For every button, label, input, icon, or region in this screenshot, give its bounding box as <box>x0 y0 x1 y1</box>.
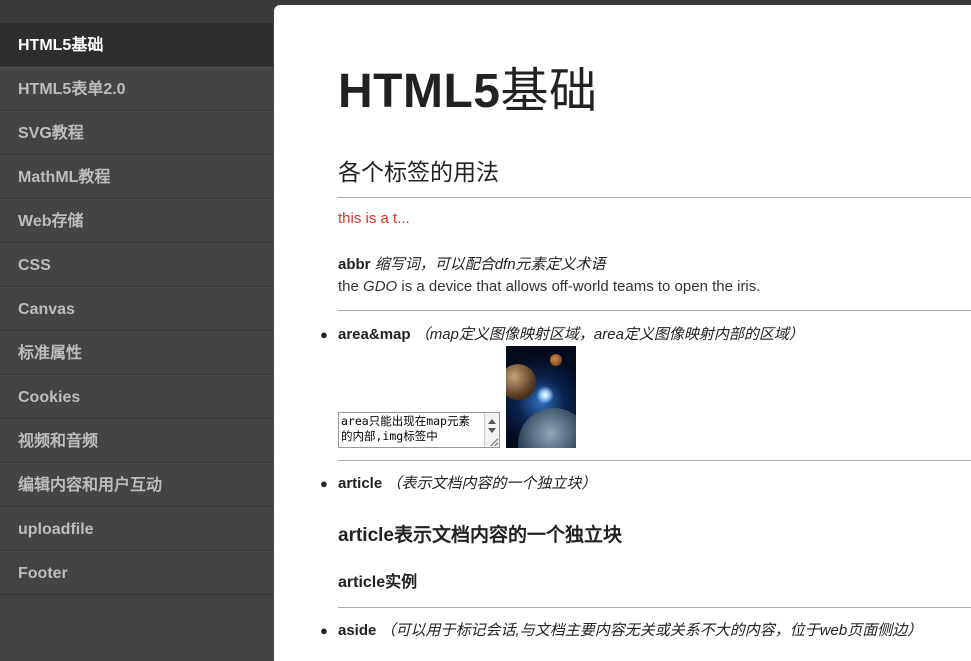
sidebar-item-video-audio[interactable]: 视频和音频 <box>0 419 273 463</box>
planet-shape <box>506 364 536 400</box>
truncated-red-text: this is a t... <box>338 210 410 227</box>
planet-shape <box>518 408 576 448</box>
page-title-cjk: 基础 <box>500 63 598 119</box>
sidebar-item-canvas[interactable]: Canvas <box>0 287 273 331</box>
resize-grip-icon[interactable] <box>490 438 498 446</box>
area-map-tag: area&map <box>338 326 411 343</box>
star-shape <box>536 386 554 404</box>
sidebar-item-html5-basics[interactable]: HTML5基础 <box>0 23 273 67</box>
sidebar-item-css[interactable]: CSS <box>0 243 273 287</box>
list-item-article: ● article （表示文档内容的一个独立块） <box>320 472 596 493</box>
sidebar-item-editing-interaction[interactable]: 编辑内容和用户互动 <box>0 463 273 507</box>
bullet-icon: ● <box>320 623 328 638</box>
aside-description: （可以用于标记会话,与文档主要内容无关或关系不大的内容，位于web页面侧边） <box>380 622 923 639</box>
abbr-example: the GDO is a device that allows off-worl… <box>338 278 760 295</box>
sidebar-item-cookies[interactable]: Cookies <box>0 375 273 419</box>
list-item-area-map: ● area&map （map定义图像映射区域，area定义图像映射内部的区域） <box>320 323 804 344</box>
planet-shape <box>550 354 562 366</box>
article-description: （表示文档内容的一个独立块） <box>386 475 597 492</box>
sidebar-item-web-storage[interactable]: Web存储 <box>0 199 273 243</box>
list-item-aside: ● aside （可以用于标记会话,与文档主要内容无关或关系不大的内容，位于web… <box>320 619 922 640</box>
area-map-description: （map定义图像映射区域，area定义图像映射内部的区域） <box>414 326 804 343</box>
abbr-description: 缩写词，可以配合dfn元素定义术语 <box>374 256 606 273</box>
sidebar-item-standard-attributes[interactable]: 标准属性 <box>0 331 273 375</box>
textarea-value: area只能出现在map元素的内部,img标签中 <box>341 414 470 443</box>
abbr-example-before: the <box>338 278 364 295</box>
divider <box>338 607 971 608</box>
sidebar-item-footer[interactable]: Footer <box>0 551 273 595</box>
divider <box>338 197 971 198</box>
abbr-heading: abbr 缩写词，可以配合dfn元素定义术语 <box>338 253 606 274</box>
scroll-down-icon[interactable] <box>488 428 496 433</box>
sidebar-item-mathml[interactable]: MathML教程 <box>0 155 273 199</box>
sidebar-nav: HTML5基础 HTML5表单2.0 SVG教程 MathML教程 Web存储 … <box>0 23 273 661</box>
aside-tag: aside <box>338 622 377 639</box>
page-title: HTML5基础 <box>338 51 598 121</box>
area-textarea[interactable]: area只能出现在map元素的内部,img标签中 <box>338 412 500 448</box>
divider <box>338 310 971 311</box>
sidebar-item-svg[interactable]: SVG教程 <box>0 111 273 155</box>
article-example-heading: article实例 <box>338 574 418 591</box>
divider <box>338 460 971 461</box>
planet-image[interactable] <box>506 346 576 448</box>
main-content: HTML5基础 各个标签的用法 this is a t... abbr 缩写词，… <box>274 5 971 661</box>
abbr-example-gdo: GDO <box>363 278 398 295</box>
bullet-icon: ● <box>320 327 328 342</box>
section-title: 各个标签的用法 <box>338 159 499 185</box>
abbr-tag: abbr <box>338 256 371 273</box>
bullet-icon: ● <box>320 476 328 491</box>
sidebar-item-uploadfile[interactable]: uploadfile <box>0 507 273 551</box>
abbr-example-after: is a device that allows off-world teams … <box>397 278 761 295</box>
page-title-latin: HTML5 <box>338 65 501 118</box>
article-tag: article <box>338 475 383 492</box>
scroll-up-icon[interactable] <box>488 419 496 424</box>
article-heading: article表示文档内容的一个独立块 <box>338 525 622 546</box>
sidebar-item-html5-forms[interactable]: HTML5表单2.0 <box>0 67 273 111</box>
